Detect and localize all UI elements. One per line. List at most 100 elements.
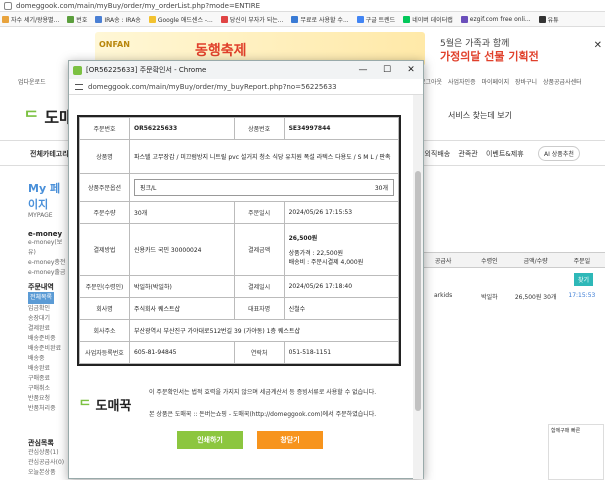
- sidebar-item[interactable]: 관심상품(1): [28, 448, 68, 458]
- sidebar-item[interactable]: 결제완료: [28, 324, 68, 334]
- popup-title: [OR56225633] 주문확인서 - Chrome: [86, 66, 207, 74]
- browser-url-bar[interactable]: domeggook.com/main/myBuy/order/my_orderL…: [0, 0, 605, 12]
- onfan-logo: ONFAN: [99, 40, 130, 49]
- popup-scrollbar[interactable]: [413, 95, 423, 479]
- sidebar-item[interactable]: 오늘본상품: [28, 468, 68, 478]
- bookmark-item[interactable]: ezgif.com free onli...: [460, 15, 531, 23]
- close-icon[interactable]: ✕: [399, 65, 423, 75]
- label-product-option: 상품주문옵션: [79, 173, 130, 202]
- order-no: OR56225633: [129, 117, 235, 140]
- browser-url[interactable]: domeggook.com/main/myBuy/order/my_orderL…: [16, 2, 260, 10]
- mypage-title: My 페이지: [28, 182, 61, 211]
- quick-panel[interactable]: 함께구매 빠른: [548, 424, 604, 480]
- banner-title: 가정의달 선물 기획전: [440, 50, 539, 63]
- bookmarks-bar: 자수 세기/왕용별... 번호 IRA송 : IRA송 Google 애드센스 …: [0, 12, 605, 27]
- label-product-name: 상품명: [79, 139, 130, 174]
- sidebar-item[interactable]: 배송중: [28, 354, 68, 364]
- company-address: 부산광역시 부산진구 가야대로512번길 39 (가야동) 1층 퀘스트샵: [129, 319, 399, 342]
- sidebar-section-emoney[interactable]: e-money: [28, 230, 68, 238]
- close-window-button[interactable]: 창닫기: [257, 431, 323, 449]
- biz-no: 605-81-94845: [129, 341, 235, 364]
- bookmark-item[interactable]: 무료로 사용할 수...: [291, 15, 349, 24]
- column-header: 주문일: [573, 257, 591, 265]
- sidebar-item[interactable]: e-money충전: [28, 258, 68, 268]
- festival-title: 동행축제: [195, 43, 247, 59]
- bookmark-item[interactable]: IRA송 : IRA송: [95, 15, 141, 24]
- util-left[interactable]: 업다운로드: [18, 77, 46, 86]
- sidebar-item-all[interactable]: 전체목록: [28, 292, 55, 304]
- popup-url[interactable]: domeggook.com/main/myBuy/order/my_buyRep…: [88, 83, 337, 91]
- table-header: 공급사 수령인 금액/수량 주문일: [420, 252, 605, 268]
- nav-items[interactable]: 해외직배송 관족관 이벤트&제휴: [418, 149, 524, 159]
- util-right[interactable]: 로그아웃 사업자인증 마이페이지 장바구니 상품공급사센터: [420, 77, 582, 86]
- ceo-name: 신철수: [283, 297, 400, 320]
- popup-content: 주문번호 OR56225633 상품번호 SE34997844 상품명 파스텔 …: [69, 95, 415, 479]
- label-product-no: 상품번호: [233, 117, 285, 140]
- family-month-banner[interactable]: 5월은 가족과 함께 가정의달 선물 기획전: [430, 32, 590, 66]
- sidebar-item[interactable]: 입금확인: [28, 304, 68, 314]
- category-menu[interactable]: 전체카테고리: [30, 149, 69, 159]
- product-name: 파스텔 고무장갑 / 미끄럼방지 니트릴 pvc 설거지 청소 식당 유치원 폭…: [129, 139, 399, 174]
- bookmark-item[interactable]: 구글 트렌드: [356, 15, 395, 24]
- sidebar-item[interactable]: 반품처리중: [28, 404, 68, 414]
- site-info-icon[interactable]: [4, 1, 12, 10]
- sidebar-section-interest[interactable]: 관심목록: [28, 438, 68, 448]
- goods-price: 상품가격 : 22,500원: [288, 250, 344, 257]
- favicon-icon: [73, 65, 82, 75]
- find-button[interactable]: 찾기: [574, 273, 594, 286]
- product-option: 핑크/L: [140, 185, 157, 192]
- sidebar-item[interactable]: e-money(보유): [28, 238, 68, 258]
- order-receipt: 주문번호 OR56225633 상품번호 SE34997844 상품명 파스텔 …: [77, 115, 401, 366]
- order-confirmation-popup[interactable]: [OR56225633] 주문확인서 - Chrome — ☐ ✕ domegg…: [68, 60, 424, 479]
- sidebar-item[interactable]: 배송완료: [28, 364, 68, 374]
- sidebar-item[interactable]: 관심공급사(0): [28, 458, 68, 468]
- bookmark-item[interactable]: 유튜: [538, 15, 559, 24]
- product-option-qty: 30개: [374, 185, 388, 192]
- bookmark-item[interactable]: 당신이 부자가 되는...: [220, 15, 283, 24]
- bookmark-item[interactable]: Google 애드센스 -...: [148, 15, 213, 24]
- bookmark-item[interactable]: 번호: [67, 15, 87, 24]
- site-settings-icon[interactable]: [75, 83, 83, 90]
- table-row[interactable]: arkids 박일하 26,500원 30개 17:15:53: [420, 292, 605, 301]
- label-biz-no: 사업자등록번호: [79, 341, 130, 364]
- mypage-sidebar: My 페이지 MYPAGE: [28, 180, 68, 219]
- quick-panel-title: 함께구매 빠른: [551, 428, 581, 434]
- sidebar-item[interactable]: 구매취소: [28, 384, 68, 394]
- label-company: 회사명: [79, 297, 130, 320]
- ai-recommend-button[interactable]: AI 상품추천: [538, 146, 580, 161]
- popup-address-bar[interactable]: domeggook.com/main/myBuy/order/my_buyRep…: [69, 79, 423, 95]
- bookmark-item[interactable]: 네이버 데이터랩: [403, 15, 453, 24]
- popup-titlebar[interactable]: [OR56225633] 주문확인서 - Chrome — ☐ ✕: [69, 61, 423, 79]
- print-button[interactable]: 인쇄하기: [177, 431, 243, 449]
- minimize-icon[interactable]: —: [351, 65, 375, 75]
- bookmark-item[interactable]: 자수 세기/왕용별...: [2, 15, 59, 24]
- contact: 051-518-1151: [283, 341, 400, 364]
- cell-supplier[interactable]: arkids: [420, 292, 466, 301]
- sidebar-section-orders[interactable]: 주문내역: [28, 282, 68, 292]
- sidebar-interest: 관심목록 관심상품(1) 관심공급사(0) 오늘본상품: [28, 432, 68, 478]
- cell-date: 17:15:53: [568, 292, 596, 299]
- order-qty: 30개: [129, 201, 235, 224]
- column-header: 금액/수량: [523, 257, 548, 265]
- scrollbar-thumb[interactable]: [415, 171, 421, 411]
- banner-close-icon[interactable]: ✕: [594, 40, 602, 51]
- column-header: 수령인: [481, 257, 498, 265]
- maximize-icon[interactable]: ☐: [375, 65, 399, 75]
- label-amount: 결제금액: [233, 223, 285, 276]
- product-no: SE34997844: [283, 117, 400, 140]
- sidebar-item[interactable]: 구매종료: [28, 374, 68, 384]
- order-date: 2024/05/26 17:15:53: [283, 201, 400, 224]
- sidebar-item[interactable]: 배송준비중: [28, 334, 68, 344]
- label-pay-date: 결제일시: [233, 275, 285, 298]
- sidebar-item[interactable]: 배송준비완료: [28, 344, 68, 354]
- label-ceo: 대표자명: [233, 297, 285, 320]
- sidebar-item[interactable]: 반품요청: [28, 394, 68, 404]
- label-address: 회사주소: [79, 319, 130, 342]
- column-header: 공급사: [434, 257, 452, 265]
- option-box: 핑크/L 30개: [134, 179, 394, 196]
- sidebar-item[interactable]: 송장대기: [28, 314, 68, 324]
- service-search[interactable]: 서비스 찾는데 보기: [448, 110, 512, 121]
- popup-buttons: 인쇄하기 창닫기: [177, 431, 323, 449]
- orderer: 박일하(박일하): [129, 275, 235, 298]
- notice-source: 본 상품은 도매꾹 :: 돈버는쇼핑 - 도매꾹(http://domeggoo…: [149, 411, 377, 418]
